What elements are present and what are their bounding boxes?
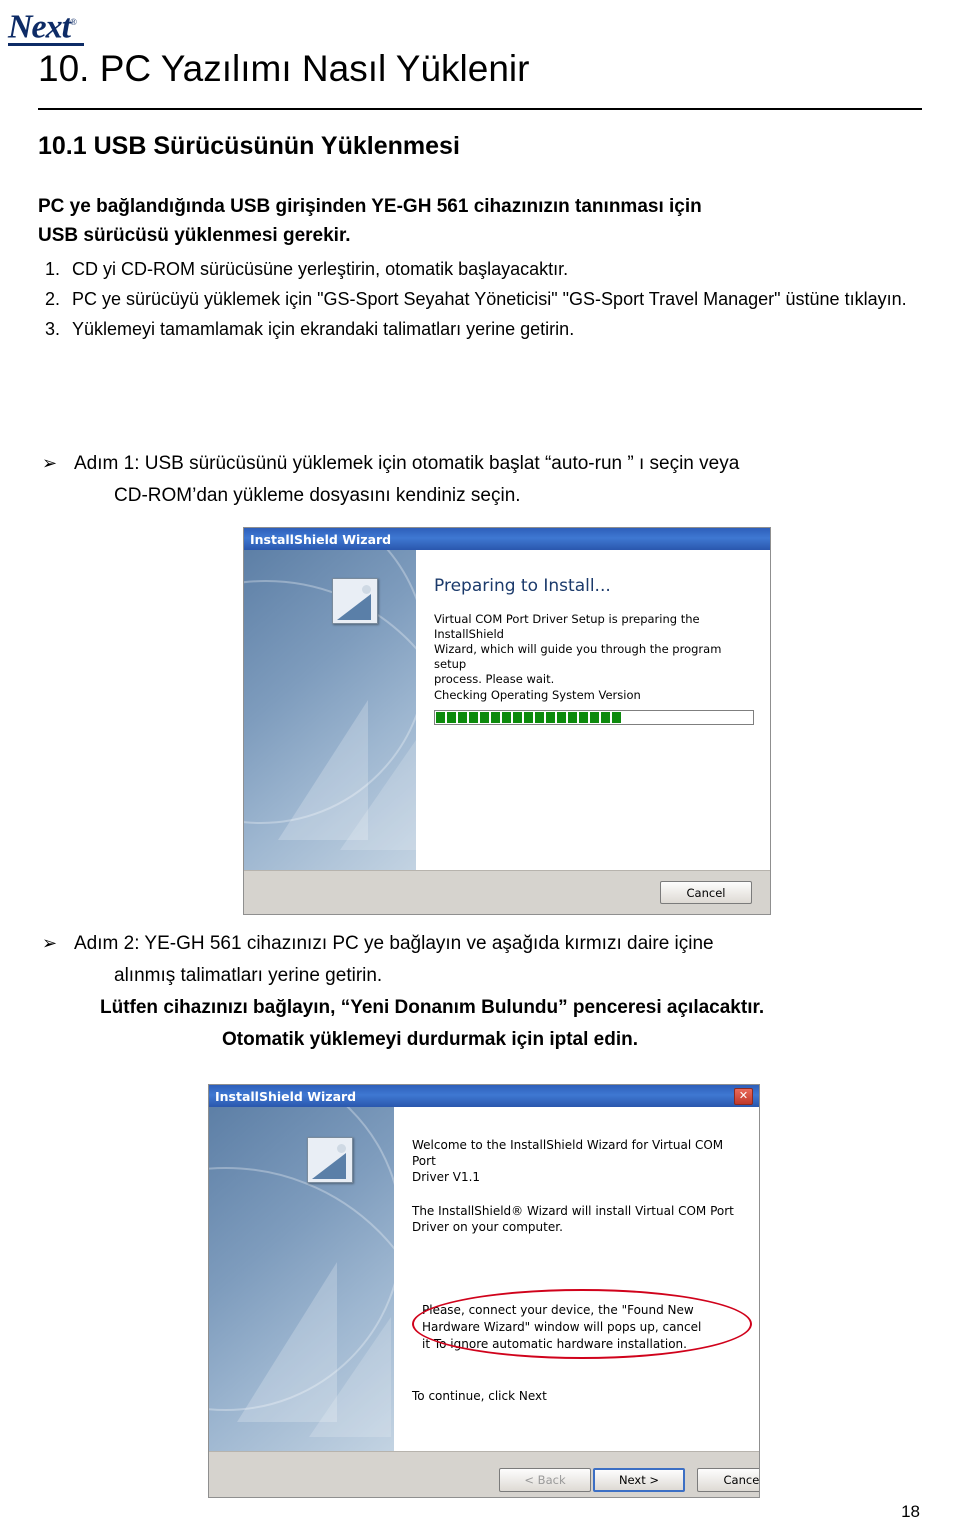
title-divider bbox=[38, 108, 922, 110]
installshield-icon bbox=[307, 1137, 353, 1183]
numbered-step-list: 1. CD yi CD-ROM sürücüsüne yerleştirin, … bbox=[38, 254, 928, 344]
arrow-bullet-icon: ➢ bbox=[42, 453, 58, 474]
dialog-description: Virtual COM Port Driver Setup is prepari… bbox=[434, 612, 754, 687]
document-page: Next® 10. PC Yazılımı Nasıl Yüklenir 10.… bbox=[0, 0, 960, 1536]
bullet-step-2: ➢ Adım 2: YE-GH 561 cihazınızı PC ye bağ… bbox=[38, 928, 928, 1056]
step-number: 2. bbox=[44, 289, 60, 309]
page-number: 18 bbox=[901, 1502, 920, 1521]
step-number: 3. bbox=[44, 319, 60, 339]
bullet-step-2-line-2: alınmış talimatları yerine getirin. bbox=[114, 965, 383, 986]
dialog-heading: Preparing to Install... bbox=[434, 576, 611, 596]
cancel-button[interactable]: Cancel bbox=[660, 881, 752, 904]
page-title: 10. PC Yazılımı Nasıl Yüklenir bbox=[38, 48, 530, 89]
dialog-title: InstallShield Wizard bbox=[250, 531, 392, 547]
dialog-content-panel: Preparing to Install... Virtual COM Port… bbox=[416, 550, 770, 870]
red-highlight-ellipse bbox=[412, 1289, 752, 1359]
dialog-description-line-3: process. Please wait. bbox=[434, 672, 555, 686]
intro-line-1: PC ye bağlandığında USB girişinden YE-GH… bbox=[38, 196, 702, 217]
arrow-bullet-icon: ➢ bbox=[42, 933, 58, 954]
section-intro: PC ye bağlandığında USB girişinden YE-GH… bbox=[38, 192, 928, 250]
bullet-step-1-text: Adım 1: USB sürücüsünü yüklemek için oto… bbox=[74, 448, 928, 512]
list-item: 2. PC ye sürücüyü yüklemek için "GS-Spor… bbox=[38, 284, 928, 314]
welcome-line-1: Welcome to the InstallShield Wizard for … bbox=[412, 1138, 724, 1168]
step-text: CD yi CD-ROM sürücüsüne yerleştirin, oto… bbox=[72, 259, 569, 279]
logo-text: Next bbox=[8, 8, 71, 46]
installshield-welcome-dialog: InstallShield Wizard ✕ Welcome to the In… bbox=[208, 1084, 760, 1498]
welcome-text: Welcome to the InstallShield Wizard for … bbox=[412, 1137, 742, 1185]
dialog-status-text: Checking Operating System Version bbox=[434, 688, 641, 702]
step-number: 1. bbox=[44, 259, 60, 279]
dialog-content-panel: Welcome to the InstallShield Wizard for … bbox=[394, 1107, 759, 1451]
dialog-footer: < Back Next > Cancel bbox=[209, 1451, 759, 1497]
step-text: PC ye sürücüyü yüklemek için "GS-Sport S… bbox=[72, 289, 907, 309]
welcome-line-2: Driver V1.1 bbox=[412, 1170, 481, 1184]
welcome-description: The InstallShield® Wizard will install V… bbox=[412, 1203, 742, 1235]
decorative-triangle bbox=[309, 1317, 391, 1437]
section-heading: 10.1 USB Sürücüsünün Yüklenmesi bbox=[38, 132, 460, 160]
decorative-triangle bbox=[340, 740, 416, 850]
bullet-step-2-line-1: Adım 2: YE-GH 561 cihazınızı PC ye bağla… bbox=[74, 933, 714, 954]
dialog-graphic-panel bbox=[209, 1107, 394, 1451]
dialog-title-bar: InstallShield Wizard bbox=[244, 528, 770, 550]
dialog-description-line-1: Virtual COM Port Driver Setup is prepari… bbox=[434, 612, 700, 641]
next-logo: Next® bbox=[8, 4, 128, 47]
bullet-step-2-line-3: Lütfen cihazınızı bağlayın, “Yeni Donanı… bbox=[100, 997, 765, 1018]
bullet-step-1: ➢ Adım 1: USB sürücüsünü yüklemek için o… bbox=[38, 448, 928, 512]
bullet-step-1-line-2: CD-ROM’dan yükleme dosyasını kendiniz se… bbox=[114, 485, 521, 506]
intro-line-2: USB sürücüsü yüklenmesi gerekir. bbox=[38, 225, 351, 246]
bullet-step-1-line-1: Adım 1: USB sürücüsünü yüklemek için oto… bbox=[74, 453, 740, 474]
continue-hint: To continue, click Next bbox=[412, 1389, 547, 1403]
list-item: 1. CD yi CD-ROM sürücüsüne yerleştirin, … bbox=[38, 254, 928, 284]
dialog-footer: Cancel bbox=[244, 870, 770, 914]
dialog-graphic-panel bbox=[244, 550, 416, 870]
list-item: 3. Yüklemeyi tamamlamak için ekrandaki t… bbox=[38, 314, 928, 344]
dialog-body: Welcome to the InstallShield Wizard for … bbox=[209, 1107, 759, 1451]
bullet-step-2-text: Adım 2: YE-GH 561 cihazınızı PC ye bağla… bbox=[74, 928, 928, 1056]
welcome-description-line-2: Driver on your computer. bbox=[412, 1220, 563, 1234]
back-button[interactable]: < Back bbox=[499, 1468, 591, 1492]
dialog-title: InstallShield Wizard bbox=[215, 1088, 357, 1104]
cancel-button[interactable]: Cancel bbox=[697, 1468, 759, 1492]
welcome-description-line-1: The InstallShield® Wizard will install V… bbox=[412, 1204, 734, 1218]
dialog-body: Preparing to Install... Virtual COM Port… bbox=[244, 550, 770, 870]
logo-registered-mark: ® bbox=[70, 17, 77, 27]
close-icon[interactable]: ✕ bbox=[734, 1087, 753, 1105]
installshield-icon bbox=[332, 578, 378, 624]
dialog-description-line-2: Wizard, which will guide you through the… bbox=[434, 642, 722, 671]
dialog-title-bar: InstallShield Wizard ✕ bbox=[209, 1085, 759, 1107]
installshield-preparing-dialog: InstallShield Wizard Preparing to Instal… bbox=[243, 527, 771, 915]
progress-bar bbox=[434, 710, 754, 725]
logo-wordmark: Next® bbox=[8, 4, 128, 45]
bullet-step-2-line-4: Otomatik yüklemeyi durdurmak için iptal … bbox=[222, 1029, 638, 1050]
next-button[interactable]: Next > bbox=[593, 1468, 685, 1492]
step-text: Yüklemeyi tamamlamak için ekrandaki tali… bbox=[72, 319, 575, 339]
